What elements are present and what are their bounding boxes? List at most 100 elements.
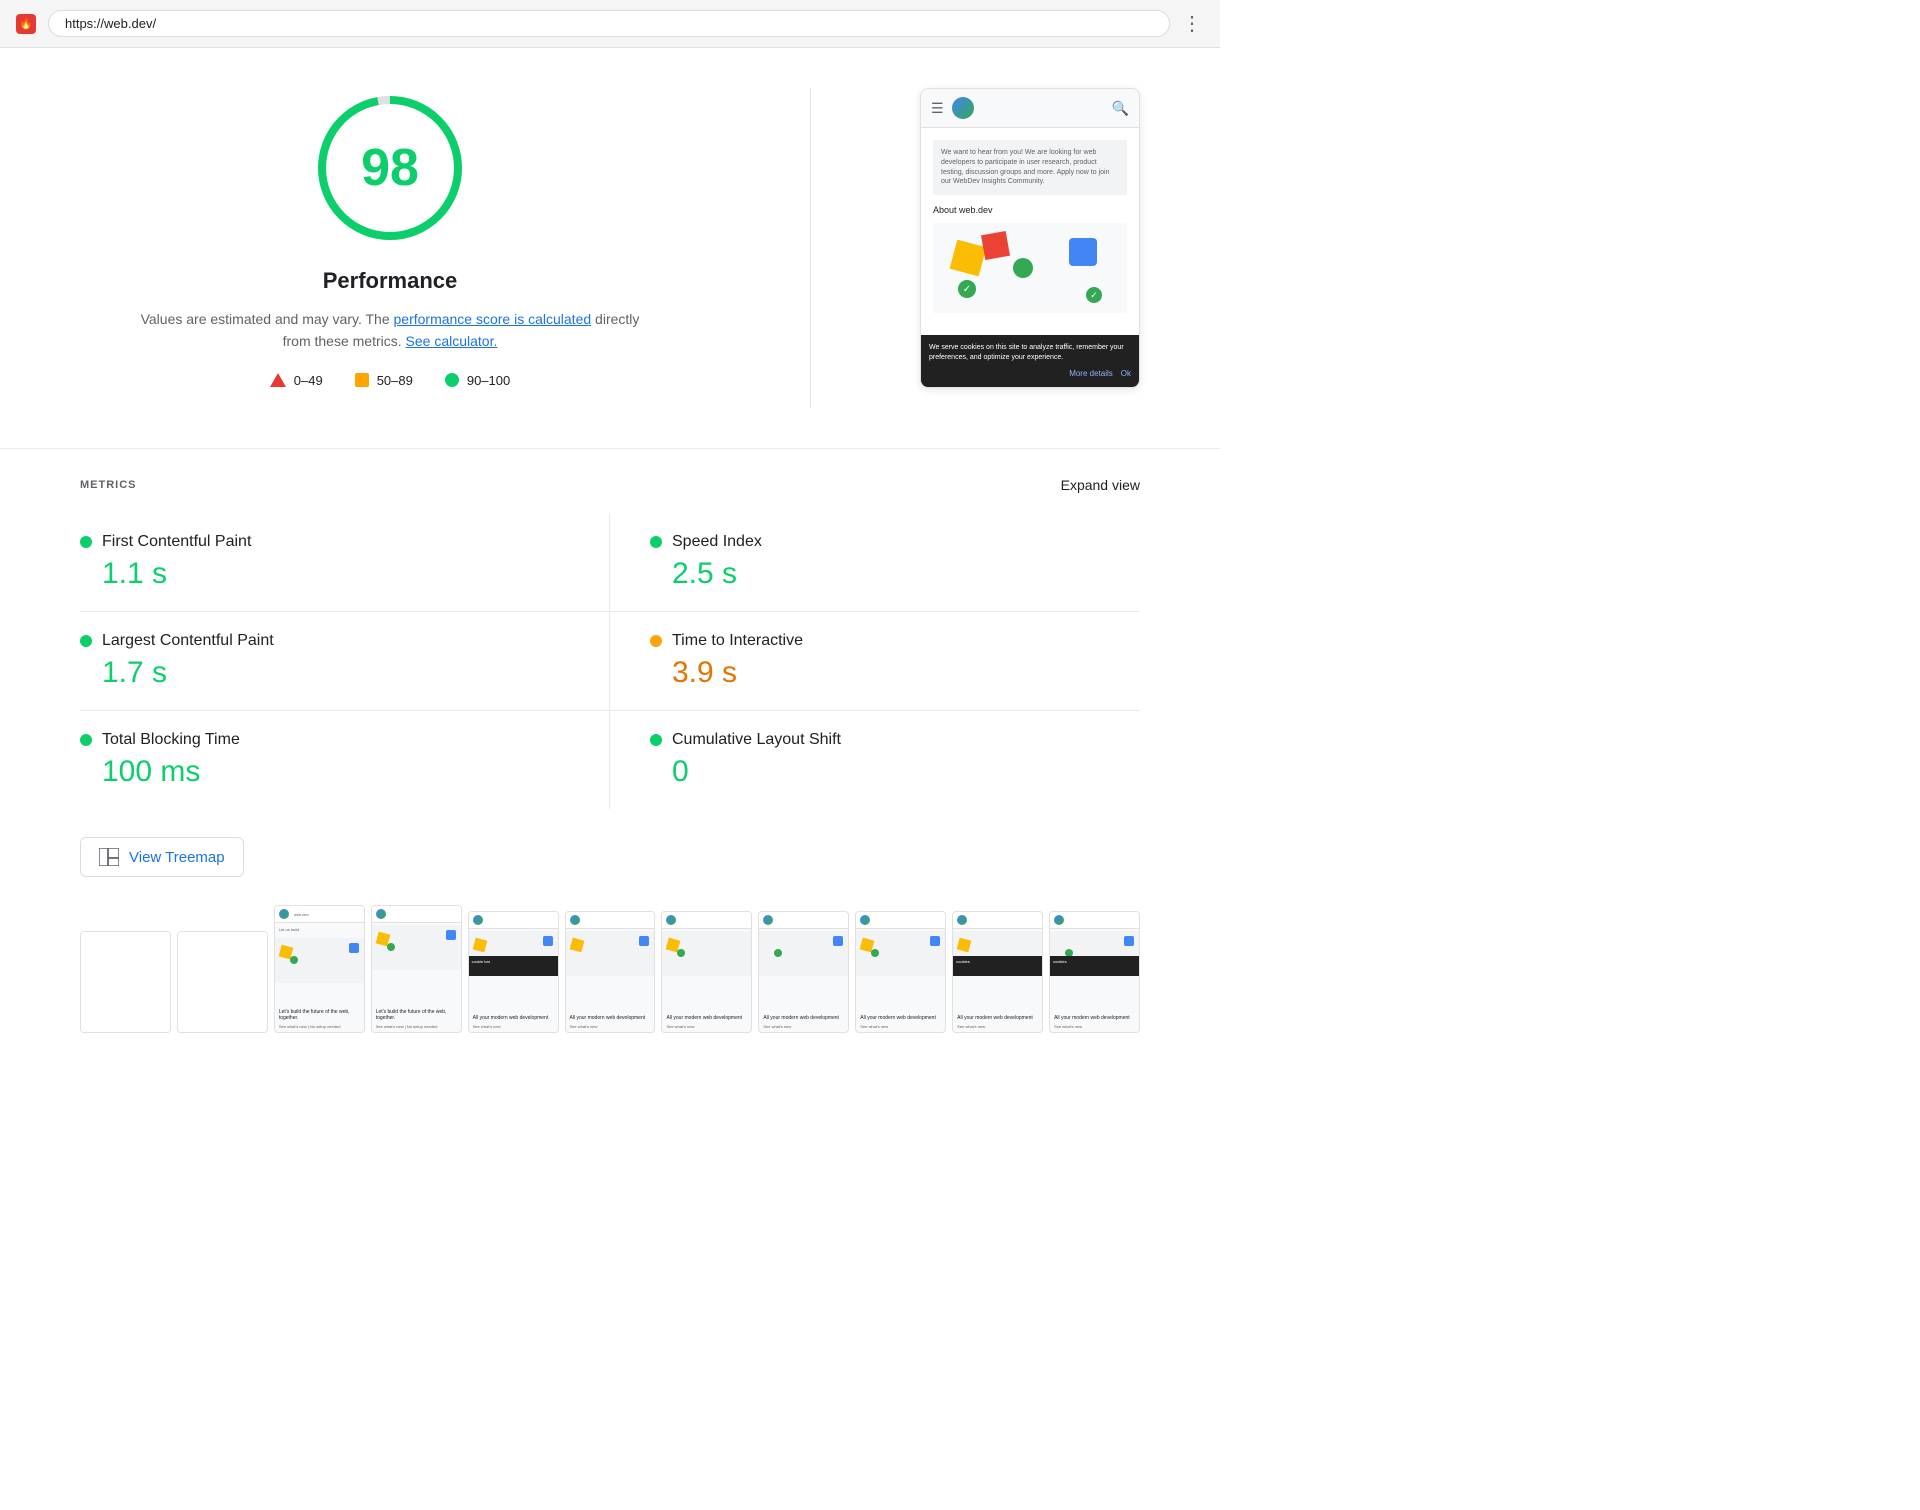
- score-number: 98: [361, 138, 419, 198]
- filmstrip-frame-9: All your modern web development See what…: [855, 911, 946, 1033]
- metric-lcp: Largest Contentful Paint 1.7 s: [80, 612, 610, 711]
- metrics-header: METRICS Expand view: [80, 477, 1140, 493]
- frame-5-sub: See what's new: [469, 1024, 558, 1032]
- screenshot-search-icon: 🔍: [1112, 100, 1129, 117]
- screenshot-cookie-bar: We serve cookies on this site to analyze…: [921, 335, 1139, 387]
- metric-fcp-indicator: [80, 536, 92, 548]
- frame-7-sub: See what's new: [662, 1024, 751, 1032]
- frame-9-sub: See what's new: [856, 1024, 945, 1032]
- metric-tbt-value: 100 ms: [80, 755, 569, 789]
- frame-10-sub: See what's new: [953, 1024, 1042, 1032]
- metric-tbt-name: Total Blocking Time: [102, 731, 240, 749]
- metric-fcp: First Contentful Paint 1.1 s: [80, 513, 610, 612]
- frame-8-footer: All your modern web development: [759, 1012, 848, 1024]
- browser-url-bar[interactable]: https://web.dev/: [48, 10, 1170, 37]
- metric-lcp-name: Largest Contentful Paint: [102, 632, 274, 650]
- cookie-more-details[interactable]: More details: [1069, 368, 1113, 379]
- filmstrip-frame-8: All your modern web development See what…: [758, 911, 849, 1033]
- screenshot-browser-bar: ☰ 🔍: [921, 89, 1139, 128]
- cookie-ok-button[interactable]: Ok: [1121, 368, 1131, 379]
- metric-lcp-indicator: [80, 635, 92, 647]
- metrics-section: METRICS Expand view First Contentful Pai…: [80, 449, 1140, 809]
- score-circle: 98: [310, 88, 470, 248]
- filmstrip-frame-10: cookies All your modern web development …: [952, 911, 1043, 1033]
- filmstrip-frame-1: [80, 931, 171, 1033]
- filmstrip-frame-2: [177, 931, 268, 1033]
- metric-lcp-value: 1.7 s: [80, 656, 569, 690]
- metric-si-value: 2.5 s: [650, 557, 1116, 591]
- metric-si: Speed Index 2.5 s: [610, 513, 1140, 612]
- metric-si-header: Speed Index: [650, 533, 1116, 551]
- metric-fcp-name: First Contentful Paint: [102, 533, 251, 551]
- treemap-section: View Treemap: [80, 809, 1140, 905]
- metric-tbt-header: Total Blocking Time: [80, 731, 569, 749]
- metrics-grid: First Contentful Paint 1.1 s Speed Index…: [80, 513, 1140, 809]
- legend-good-icon: [445, 373, 459, 387]
- screenshot-body: We want to hear from you! We are looking…: [921, 128, 1139, 335]
- legend-needs-improvement: 50–89: [355, 373, 413, 388]
- legend-poor-icon: [270, 373, 286, 387]
- metric-tti-header: Time to Interactive: [650, 632, 1116, 650]
- metric-lcp-header: Largest Contentful Paint: [80, 632, 569, 650]
- frame-4-footer: Let's build the future of the web, toget…: [372, 1006, 461, 1024]
- screenshot-panel: ☰ 🔍 We want to hear from you! We are loo…: [920, 88, 1140, 388]
- metric-tbt: Total Blocking Time 100 ms: [80, 711, 610, 809]
- calculator-link[interactable]: See calculator.: [406, 333, 498, 349]
- view-treemap-button[interactable]: View Treemap: [80, 837, 244, 877]
- illus-red-diamond: [981, 231, 1010, 260]
- frame-4-sub: See what's new | No setup needed: [372, 1024, 461, 1032]
- screenshot-logo: [952, 97, 974, 119]
- frame-8-sub: See what's new: [759, 1024, 848, 1032]
- frame-6-footer: All your modern web development: [566, 1012, 655, 1024]
- metrics-title: METRICS: [80, 479, 137, 491]
- screenshot-cookie-ok: More details Ok: [929, 368, 1131, 379]
- illus-green-circle: [1013, 258, 1033, 278]
- legend-good: 90–100: [445, 373, 510, 388]
- legend-poor: 0–49: [270, 373, 323, 388]
- screenshot-illustration: ✓ ✓: [933, 223, 1127, 313]
- performance-score-link[interactable]: performance score is calculated: [394, 311, 592, 327]
- screenshot-banner: We want to hear from you! We are looking…: [933, 140, 1127, 195]
- metric-tti-name: Time to Interactive: [672, 632, 803, 650]
- illus-yellow-box: [950, 240, 987, 277]
- frame-3-sub: See what's new | No setup needed: [275, 1024, 364, 1032]
- screenshot-about-text: About web.dev: [933, 205, 1127, 215]
- frame-10-footer: All your modern web development: [953, 1012, 1042, 1024]
- legend-needs-improvement-icon: [355, 373, 369, 387]
- frame-7-footer: All your modern web development: [662, 1012, 751, 1024]
- illus-check1: ✓: [958, 280, 976, 298]
- score-section: 98 Performance Values are estimated and …: [80, 88, 700, 388]
- frame-11-sub: See what's new: [1050, 1024, 1139, 1032]
- metric-cls-header: Cumulative Layout Shift: [650, 731, 1116, 749]
- frame-11-footer: All your modern web development: [1050, 1012, 1139, 1024]
- browser-chrome: 🔥 https://web.dev/ ⋮: [0, 0, 1220, 48]
- filmstrip-frame-11: cookies All your modern web development …: [1049, 911, 1140, 1033]
- metric-cls-indicator: [650, 734, 662, 746]
- metric-fcp-header: First Contentful Paint: [80, 533, 569, 551]
- main-content: 98 Performance Values are estimated and …: [0, 48, 1220, 1073]
- expand-view-button[interactable]: Expand view: [1061, 477, 1140, 493]
- filmstrip-frame-4: Let's build the future of the web, toget…: [371, 905, 462, 1033]
- metric-si-indicator: [650, 536, 662, 548]
- browser-menu-button[interactable]: ⋮: [1182, 11, 1204, 36]
- frame-3-footer: Let's build the future of the web, toget…: [275, 1006, 364, 1024]
- illus-check2: ✓: [1086, 287, 1102, 303]
- score-legend: 0–49 50–89 90–100: [270, 373, 510, 388]
- metric-cls: Cumulative Layout Shift 0: [610, 711, 1140, 809]
- screenshot-menu-icon: ☰: [931, 100, 944, 117]
- filmstrip-frame-3: web.dev Let us build Let's build the fut…: [274, 905, 365, 1033]
- frame-9-footer: All your modern web development: [856, 1012, 945, 1024]
- treemap-icon: [99, 848, 119, 866]
- illus-blue-box: [1069, 238, 1097, 266]
- metric-cls-value: 0: [650, 755, 1116, 789]
- view-treemap-label: View Treemap: [129, 849, 225, 866]
- metric-tti: Time to Interactive 3.9 s: [610, 612, 1140, 711]
- metric-tti-indicator: [650, 635, 662, 647]
- metric-fcp-value: 1.1 s: [80, 557, 569, 591]
- frame-6-sub: See what's new: [566, 1024, 655, 1032]
- vertical-divider: [810, 88, 811, 408]
- filmstrip-frame-5: cookie bar All your modern web developme…: [468, 911, 559, 1033]
- metric-cls-name: Cumulative Layout Shift: [672, 731, 841, 749]
- performance-title: Performance: [323, 268, 458, 294]
- performance-description: Values are estimated and may vary. The p…: [140, 308, 640, 353]
